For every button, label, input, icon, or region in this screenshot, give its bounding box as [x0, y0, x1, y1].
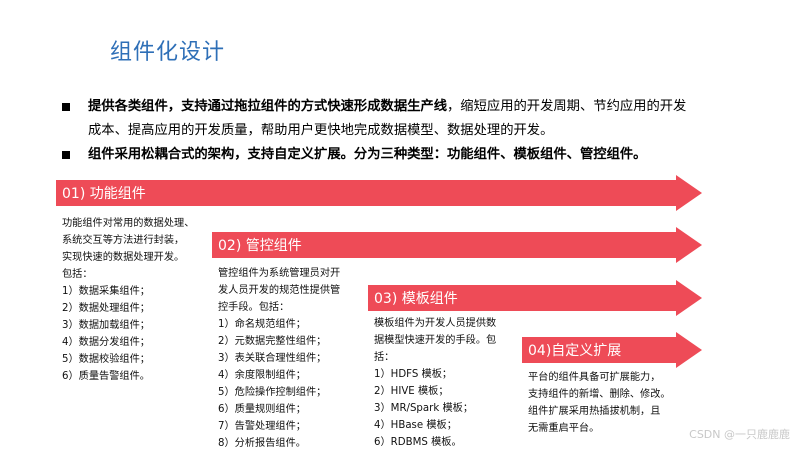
bullet-list: 提供各类组件，支持通过拖拉组件的方式快速形成数据生产线，缩短应用的开发周期、节约…: [62, 95, 752, 167]
desc-line: 4）HBase 模板；: [374, 420, 457, 431]
desc-line: 2）元数据完整性组件；: [218, 336, 327, 347]
desc-line: 系统交互等方法进行封装，: [62, 235, 185, 246]
arrow-label: 04)自定义扩展: [528, 343, 622, 359]
desc-line: 管控组件为系统管理员对开: [218, 268, 341, 279]
arrow-control-components: 02) 管控组件: [212, 232, 676, 258]
desc-line: 功能组件对常用的数据处理、: [62, 218, 195, 229]
arrow-head-icon: [676, 332, 702, 368]
desc-line: 3）表关联合理性组件；: [218, 353, 327, 364]
desc-line: 模板组件为开发人员提供数: [374, 318, 497, 329]
desc-line: 3）MR/Spark 模板；: [374, 403, 474, 414]
bullet-item-2: 组件采用松耦合式的架构，支持自定义扩展。分为三种类型：功能组件、模板组件、管控组…: [62, 143, 752, 167]
desc-line: 发人员开发的规范性提供管: [218, 285, 341, 296]
arrow-functional-components: 01) 功能组件: [56, 180, 676, 206]
desc-line: 5）数据校验组件；: [62, 354, 150, 365]
desc-line: 3）数据加载组件；: [62, 320, 150, 331]
desc-line: 7）告警处理组件；: [218, 421, 306, 432]
square-bullet-icon: [62, 103, 70, 111]
desc-line: 6）RDBMS 模板。: [374, 437, 462, 448]
desc-line: 8）分析报告组件。: [218, 438, 306, 449]
desc-line: 据模型快速开发的手段。包: [374, 335, 497, 346]
arrow-template-components: 03) 模板组件: [368, 285, 676, 311]
desc-template-components: 模板组件为开发人员提供数 据模型快速开发的手段。包 括： 1）HDFS 模板； …: [374, 315, 496, 451]
desc-line: 括：: [374, 352, 395, 363]
desc-line: 1）命名规范组件；: [218, 319, 306, 330]
bullet-1-bold: 提供各类组件，支持通过拖拉组件的方式快速形成数据生产线: [88, 99, 448, 114]
desc-line: 6）质量规则组件；: [218, 404, 306, 415]
page-title: 组件化设计: [110, 40, 226, 65]
desc-line: 1）数据采集组件；: [62, 286, 150, 297]
bullet-item-1: 提供各类组件，支持通过拖拉组件的方式快速形成数据生产线，缩短应用的开发周期、节约…: [62, 95, 752, 143]
bullet-1-text: ，缩短应用的开发周期、节约应用的开发: [447, 99, 687, 114]
desc-custom-extension: 平台的组件具备可扩展能力， 支持组件的新增、删除、修改。 组件扩展采用热插拔机制…: [528, 369, 671, 437]
desc-line: 组件扩展采用热插拔机制，且: [528, 406, 661, 417]
desc-control-components: 管控组件为系统管理员对开 发人员开发的规范性提供管 控手段。包括： 1）命名规范…: [218, 265, 340, 452]
desc-functional-components: 功能组件对常用的数据处理、 系统交互等方法进行封装， 实现快速的数据处理开发。 …: [62, 215, 194, 385]
arrow-label: 03) 模板组件: [374, 291, 458, 307]
arrow-label: 02) 管控组件: [218, 238, 302, 254]
bullet-1-text-line2: 成本、提高应用的开发质量，帮助用户更快地完成数据模型、数据处理的开发。: [88, 123, 554, 138]
arrow-head-icon: [676, 175, 702, 211]
desc-line: 2）HIVE 模板；: [374, 386, 449, 397]
arrow-head-icon: [676, 227, 702, 263]
desc-line: 无需重启平台。: [528, 423, 600, 434]
desc-line: 控手段。包括：: [218, 302, 290, 313]
desc-line: 平台的组件具备可扩展能力，: [528, 372, 661, 383]
square-bullet-icon: [62, 151, 70, 159]
desc-line: 实现快速的数据处理开发。: [62, 252, 185, 263]
watermark: CSDN @一只鹿鹿鹿: [689, 428, 790, 441]
desc-line: 1）HDFS 模板；: [374, 369, 453, 380]
desc-line: 4）数据分发组件；: [62, 337, 150, 348]
arrow-label: 01) 功能组件: [62, 186, 146, 202]
desc-line: 5）危险操作控制组件；: [218, 387, 327, 398]
desc-line: 支持组件的新增、删除、修改。: [528, 389, 671, 400]
arrow-head-icon: [676, 280, 702, 316]
desc-line: 4）余度限制组件；: [218, 370, 306, 381]
bullet-2-bold: 组件采用松耦合式的架构，支持自定义扩展。分为三种类型：功能组件、模板组件、管控组…: [88, 147, 647, 162]
desc-line: 2）数据处理组件；: [62, 303, 150, 314]
desc-line: 包括：: [62, 269, 93, 280]
arrow-custom-extension: 04)自定义扩展: [522, 337, 676, 363]
desc-line: 6）质量告警组件。: [62, 371, 150, 382]
